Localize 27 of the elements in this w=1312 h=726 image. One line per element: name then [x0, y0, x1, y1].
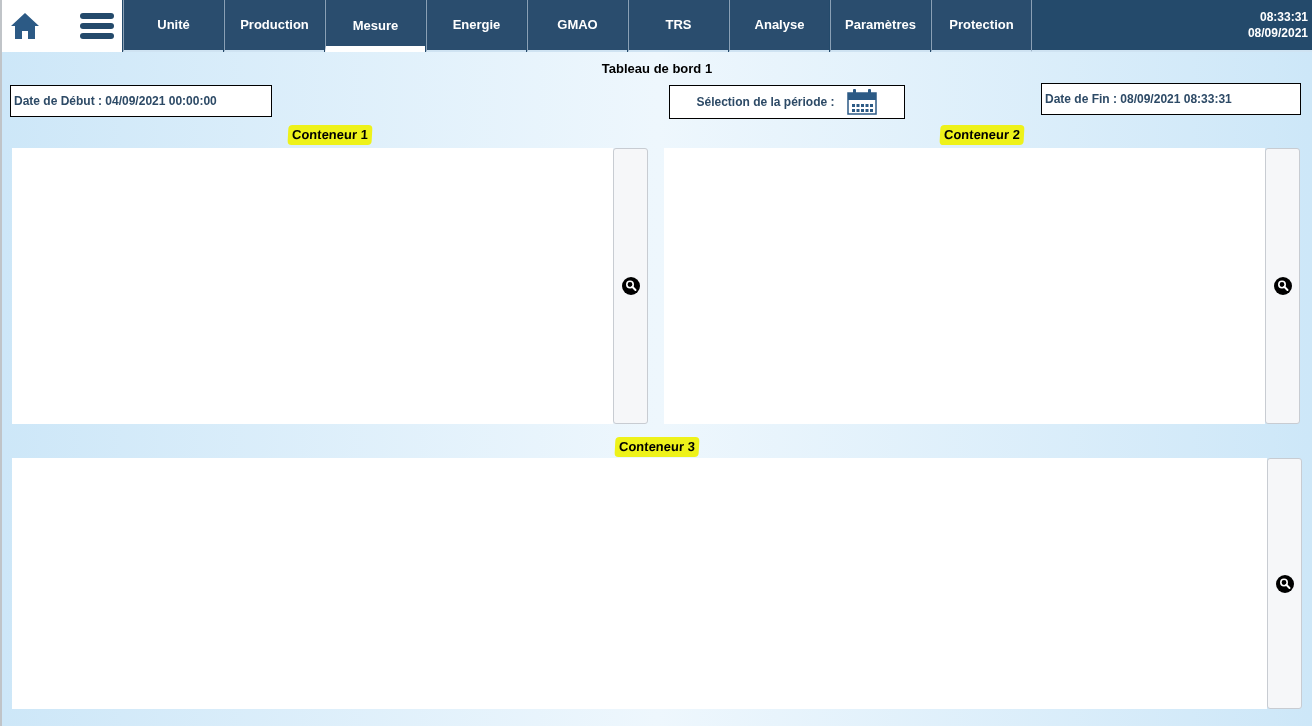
zoom-button[interactable] [613, 148, 648, 424]
container-title: Conteneur 1 [287, 125, 373, 145]
nav-tab[interactable]: GMAO [527, 0, 627, 52]
start-date-field: Date de Début : 04/09/2021 00:00:00 [10, 85, 272, 117]
home-icon[interactable] [10, 12, 40, 40]
clock-time: 08:33:31 [1259, 9, 1308, 25]
zoom-icon [621, 277, 640, 295]
menu-icon[interactable] [80, 12, 114, 40]
zoom-icon [1273, 277, 1292, 295]
zoom-icon [1275, 574, 1294, 593]
dashboard-title: Tableau de bord 1 [601, 60, 713, 78]
nav-tab[interactable]: Analyse [729, 0, 829, 52]
container-title: Conteneur 3 [614, 437, 700, 457]
zoom-button[interactable] [1265, 148, 1300, 424]
nav-tab[interactable]: Mesure [325, 0, 425, 52]
nav-tab[interactable]: Unité [123, 0, 223, 52]
zoom-button[interactable] [1267, 458, 1302, 709]
period-label: Sélection de la période : [696, 94, 835, 111]
nav-tab[interactable]: Paramètres [830, 0, 930, 52]
nav-tab[interactable]: Energie [426, 0, 526, 52]
nav-tab[interactable]: Protection [931, 0, 1031, 52]
calendar-icon[interactable] [846, 89, 877, 115]
nav-tab[interactable]: TRS [628, 0, 728, 52]
container-title: Conteneur 2 [939, 125, 1025, 145]
clock-date: 08/09/2021 [1247, 25, 1308, 41]
nav-tab[interactable]: Production [224, 0, 324, 52]
end-date-field: Date de Fin : 08/09/2021 08:33:31 [1041, 83, 1301, 115]
